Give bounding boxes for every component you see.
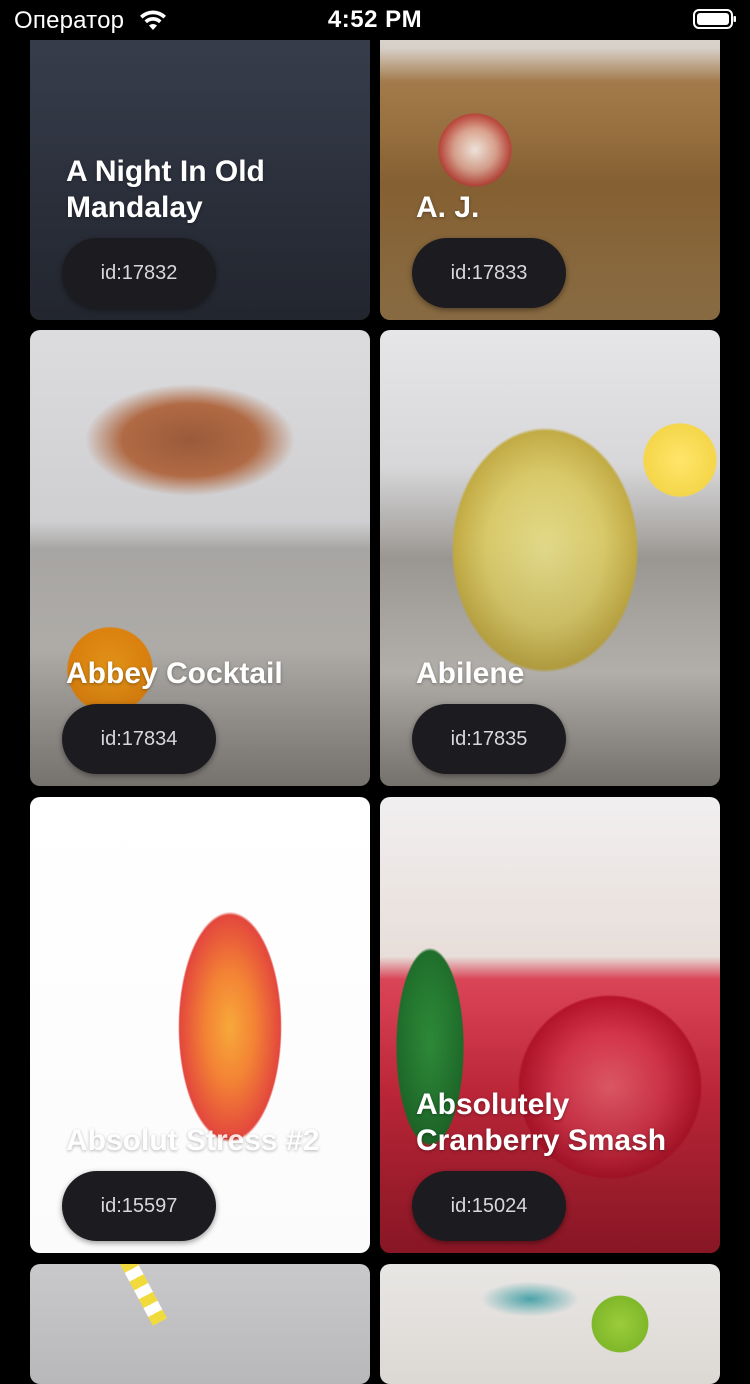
status-bar: Оператор 4:52 PM xyxy=(0,0,750,40)
drink-card[interactable]: A Night In Old Mandalay id:17832 xyxy=(30,0,370,320)
drink-card[interactable]: Abilene id:17835 xyxy=(380,330,720,786)
drink-id-badge[interactable]: id:17834 xyxy=(62,704,216,774)
battery-icon xyxy=(693,9,736,29)
drink-grid[interactable]: A Night In Old Mandalay id:17832 A. J. i… xyxy=(0,0,750,1384)
drink-title: A Night In Old Mandalay xyxy=(66,155,265,224)
drink-title: Abbey Cocktail xyxy=(66,657,283,690)
drink-card[interactable]: A. J. id:17833 xyxy=(380,0,720,320)
drink-card[interactable] xyxy=(30,1264,370,1384)
drink-title: Abilene xyxy=(416,657,525,690)
drink-title: Absolutely Cranberry Smash xyxy=(416,1088,667,1157)
drink-id-badge[interactable]: id:15597 xyxy=(62,1171,216,1241)
drink-id-badge[interactable]: id:17832 xyxy=(62,238,216,308)
drink-card[interactable]: Absolutely Cranberry Smash id:15024 xyxy=(380,797,720,1253)
drink-card[interactable] xyxy=(380,1264,720,1384)
drink-photo xyxy=(30,1264,370,1384)
drink-title: A. J. xyxy=(416,191,480,224)
drink-id-badge[interactable]: id:17835 xyxy=(412,704,566,774)
drink-id-badge[interactable]: id:17833 xyxy=(412,238,566,308)
drink-title: Absolut Stress #2 xyxy=(66,1124,320,1157)
drink-id-badge[interactable]: id:15024 xyxy=(412,1171,566,1241)
clock: 4:52 PM xyxy=(327,6,423,33)
drink-photo xyxy=(380,1264,720,1384)
drink-card[interactable]: Abbey Cocktail id:17834 xyxy=(30,330,370,786)
drink-card[interactable]: Absolut Stress #2 id:15597 xyxy=(30,797,370,1253)
